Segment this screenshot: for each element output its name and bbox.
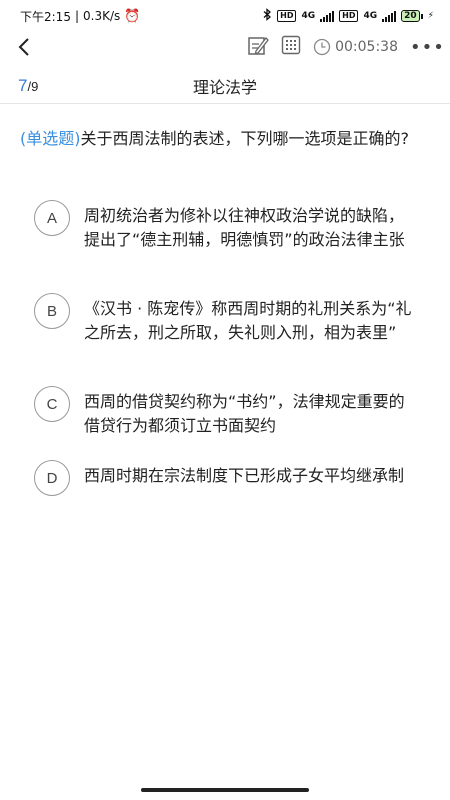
chevron-left-icon <box>18 38 29 56</box>
question-stem: (单选题)关于西周法制的表述，下列哪一选项是正确的? <box>20 126 432 152</box>
status-time: 下午2:15 <box>20 9 71 24</box>
option-c[interactable]: C 西周的借贷契约称为“书约”，法律规定重要的借贷行为都须订立书面契约 <box>34 386 424 438</box>
battery-level: 20 <box>401 10 420 22</box>
option-a[interactable]: A 周初统治者为修补以往神权政治学说的缺陷，提出了“德主刑辅，明德慎罚”的政治法… <box>34 200 424 252</box>
battery-icon: 20 <box>401 10 423 22</box>
question-type: (单选题) <box>20 129 81 148</box>
more-icon: ••• <box>410 36 445 58</box>
alarm-icon: ⏰ <box>124 8 141 24</box>
hd-icon: HD <box>277 10 297 22</box>
option-text: 西周的借贷契约称为“书约”，法律规定重要的借贷行为都须订立书面契约 <box>84 392 405 435</box>
grid-icon <box>281 35 301 55</box>
option-letter: D <box>34 460 70 496</box>
answer-sheet-button[interactable] <box>281 35 301 59</box>
page-title: 理论法学 <box>192 77 257 97</box>
network-type-1: 4G <box>301 11 316 21</box>
signal-icon-2 <box>382 10 397 22</box>
hd-icon-2: HD <box>339 10 359 22</box>
timer[interactable]: 00:05:38 <box>313 38 398 56</box>
tool-icons: 00:05:38 ••• <box>247 32 444 62</box>
bluetooth-icon <box>263 8 272 24</box>
status-divider: | <box>74 9 79 23</box>
page-header: 7/9 理论法学 <box>0 68 450 104</box>
status-net-speed: 0.3K/s <box>83 9 121 23</box>
option-text: 《汉书 · 陈宠传》称西周时期的礼刑关系为“礼之所去，刑之所取，失礼则入刑，相为… <box>84 299 412 342</box>
question-counter: 7/9 <box>18 76 38 96</box>
status-left: 下午2:15 | 0.3K/s ⏰ <box>20 8 140 25</box>
signal-icon-1 <box>320 10 335 22</box>
toolbar: 00:05:38 ••• <box>0 32 450 62</box>
question-text: 关于西周法制的表述，下列哪一选项是正确的? <box>80 129 410 148</box>
home-indicator[interactable] <box>141 788 309 792</box>
option-b[interactable]: B 《汉书 · 陈宠传》称西周时期的礼刑关系为“礼之所去，刑之所取，失礼则入刑，… <box>34 293 424 345</box>
more-button[interactable]: ••• <box>410 37 444 58</box>
status-bar: 下午2:15 | 0.3K/s ⏰ HD 4G HD 4G 20 ⚡ <box>0 0 450 32</box>
note-edit-icon <box>248 37 269 55</box>
edit-note-button[interactable] <box>247 34 269 60</box>
option-text: 周初统治者为修补以往神权政治学说的缺陷，提出了“德主刑辅，明德慎罚”的政治法律主… <box>84 206 405 249</box>
network-type-2: 4G <box>363 11 378 21</box>
option-letter: B <box>34 293 70 329</box>
option-letter: A <box>34 200 70 236</box>
total-questions: 9 <box>31 79 39 94</box>
charging-icon: ⚡ <box>427 11 434 21</box>
clock-icon <box>313 38 331 56</box>
option-letter: C <box>34 386 70 422</box>
option-text: 西周时期在宗法制度下已形成子女平均继承制 <box>84 466 405 485</box>
timer-value: 00:05:38 <box>335 39 398 55</box>
status-right: HD 4G HD 4G 20 ⚡ <box>263 8 434 24</box>
option-d[interactable]: D 西周时期在宗法制度下已形成子女平均继承制 <box>34 460 424 496</box>
back-button[interactable] <box>12 32 36 62</box>
